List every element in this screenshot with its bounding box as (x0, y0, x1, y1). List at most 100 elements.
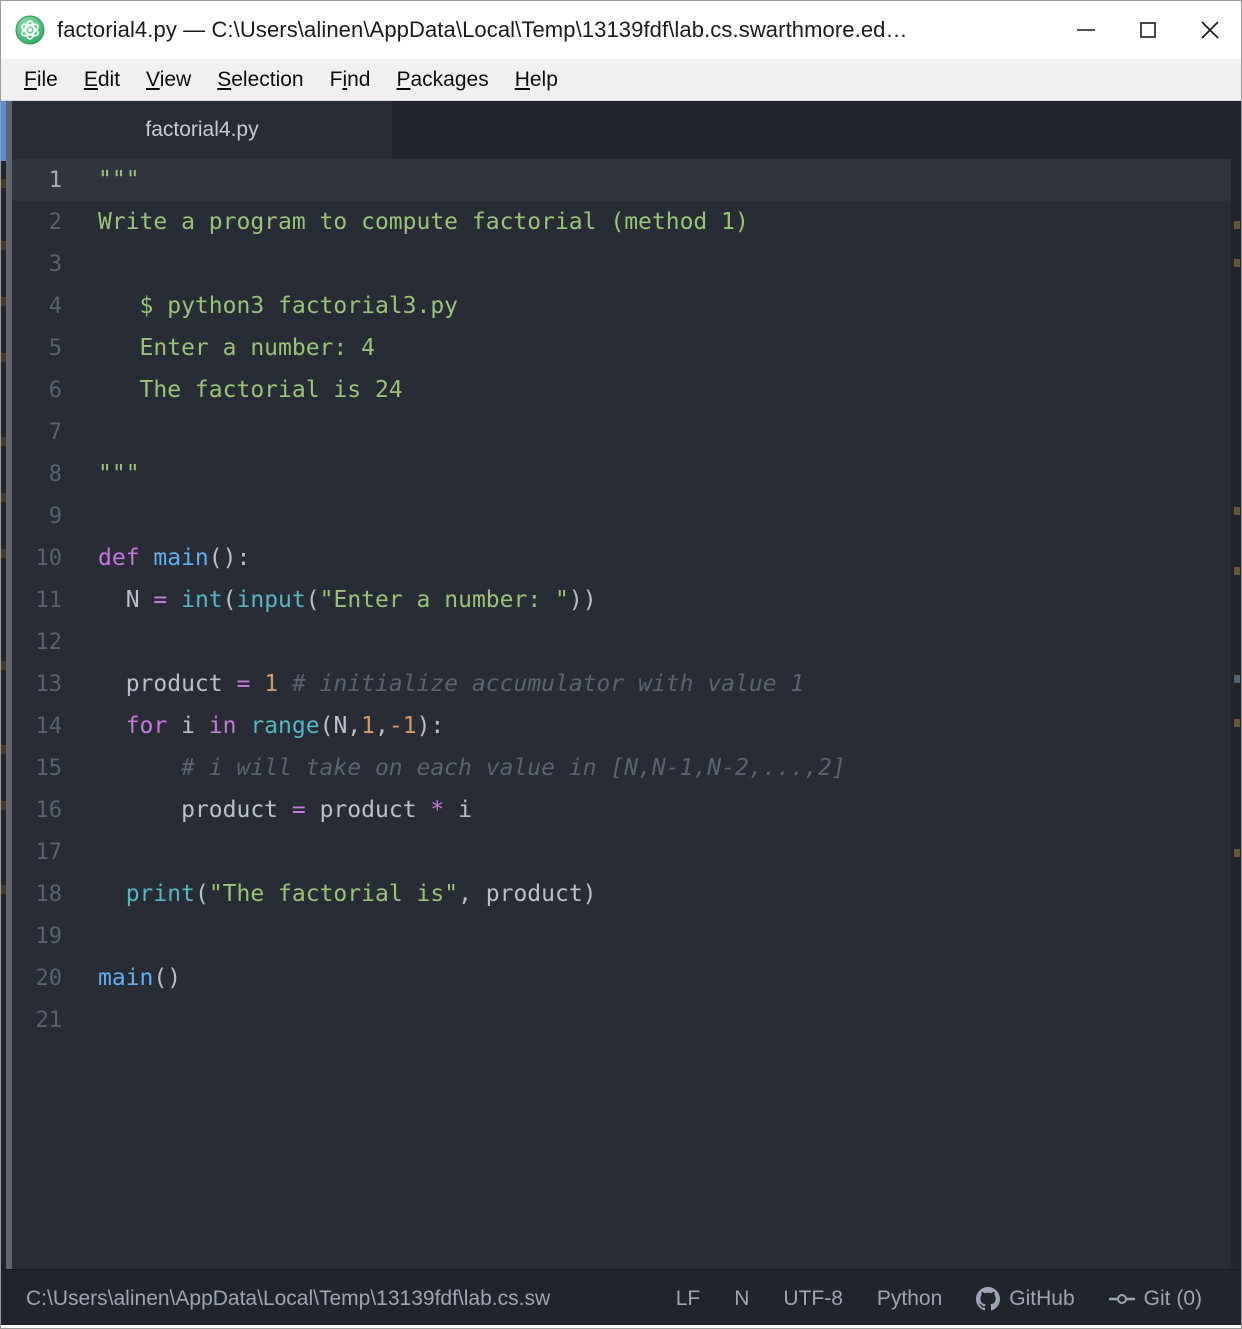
tab-label: factorial4.py (145, 118, 259, 141)
code-line[interactable]: 1 """ (12, 159, 1241, 201)
line-number: 10 (35, 545, 63, 571)
code-line[interactable]: 2 Write a program to compute factorial (m… (12, 201, 1241, 243)
token-punc: ): (416, 713, 445, 739)
token-punc: , product) (458, 881, 597, 907)
left-dock-strip[interactable] (1, 101, 12, 1269)
token-str: The factorial is 24 (98, 377, 403, 403)
line-content: """ (76, 167, 140, 193)
line-number: 19 (35, 923, 63, 949)
token-punc: (N, (319, 713, 362, 739)
code-line[interactable]: 5 Enter a number: 4 (12, 327, 1241, 369)
code-line[interactable]: 11 N = int(input("Enter a number: ")) (12, 579, 1241, 621)
line-content: def main(): (76, 545, 250, 571)
line-number: 7 (48, 419, 62, 445)
code-line[interactable]: 12 (12, 621, 1241, 663)
code-editor[interactable]: 1 """ 2 Write a program to compute factoria… (12, 159, 1241, 1269)
code-line[interactable]: 9 (12, 495, 1241, 537)
menu-item-packages[interactable]: Packages (383, 67, 501, 92)
code-line[interactable]: 8 """ (12, 453, 1241, 495)
status-line-ending[interactable]: LF (659, 1287, 718, 1311)
bottom-edge-indicator (1, 1325, 1241, 1328)
menu-item-selection[interactable]: Selection (204, 67, 316, 92)
code-line[interactable]: 16 product = product * i (12, 789, 1241, 831)
token-kw: for (98, 713, 182, 739)
line-number: 13 (35, 671, 63, 697)
line-number: 9 (48, 503, 62, 529)
token-str: """ (98, 167, 140, 193)
status-github[interactable]: GitHub (959, 1287, 1091, 1311)
tab-factorial4-py[interactable]: factorial4.py (12, 101, 392, 159)
token-var: i (181, 713, 209, 739)
code-line[interactable]: 20 main() (12, 957, 1241, 999)
token-var (167, 587, 181, 613)
code-lines: 1 """ 2 Write a program to compute factoria… (12, 159, 1241, 1041)
line-number: 15 (35, 755, 63, 781)
line-content: Write a program to compute factorial (me… (76, 209, 749, 235)
line-content: # i will take on each value in [N,N-1,N-… (76, 755, 846, 781)
code-line[interactable]: 17 (12, 831, 1241, 873)
token-punc: , (375, 713, 389, 739)
menu-item-help[interactable]: Help (502, 67, 571, 92)
line-content: print("The factorial is", product) (76, 881, 597, 907)
status-encoding[interactable]: UTF-8 (766, 1287, 860, 1311)
token-op: = (236, 671, 251, 697)
atom-icon (15, 15, 45, 45)
maximize-button[interactable] (1117, 1, 1179, 59)
token-builtin: input (236, 587, 306, 613)
line-content: $ python3 factorial3.py (76, 293, 459, 319)
token-str: """ (98, 461, 140, 487)
code-line[interactable]: 6 The factorial is 24 (12, 369, 1241, 411)
menu-item-file[interactable]: File (11, 67, 71, 92)
line-number: 21 (35, 1007, 63, 1033)
code-line[interactable]: 13 product = 1 # initialize accumulator … (12, 663, 1241, 705)
line-content: for i in range(N,1,-1): (76, 713, 445, 739)
title-bar: factorial4.py — C:\Users\alinen\AppData\… (1, 1, 1241, 59)
token-num: 1 (361, 713, 375, 739)
status-encoding-mode[interactable]: N (717, 1287, 766, 1311)
line-content: N = int(input("Enter a number: ")) (76, 587, 597, 613)
line-number: 18 (35, 881, 63, 907)
editor-scroll-rail[interactable] (1231, 159, 1241, 1269)
code-line[interactable]: 18 print("The factorial is", product) (12, 873, 1241, 915)
code-line[interactable]: 10 def main(): (12, 537, 1241, 579)
status-grammar[interactable]: Python (860, 1287, 959, 1311)
token-str: $ python3 factorial3.py (98, 293, 459, 319)
menu-item-find[interactable]: Find (317, 67, 384, 92)
token-cmt: # i will take on each value in [N,N-1,N-… (98, 755, 846, 781)
line-number: 3 (48, 251, 62, 277)
line-content: main() (76, 965, 181, 991)
editor-pane: factorial4.py 1 """ 2 Write a program to co… (12, 101, 1241, 1269)
code-line[interactable]: 4 $ python3 factorial3.py (12, 285, 1241, 327)
token-str: Write a program to compute factorial (me… (98, 209, 749, 235)
window-controls (1055, 1, 1241, 59)
status-file-path[interactable]: C:\Users\alinen\AppData\Local\Temp\13139… (26, 1287, 550, 1311)
token-kw: in (208, 713, 251, 739)
menu-item-view[interactable]: View (133, 67, 204, 92)
line-number: 1 (48, 167, 62, 193)
menu-item-edit[interactable]: Edit (71, 67, 133, 92)
line-number: 14 (35, 713, 63, 739)
git-branch-icon (1108, 1288, 1135, 1310)
code-line[interactable]: 15 # i will take on each value in [N,N-1… (12, 747, 1241, 789)
minimize-button[interactable] (1055, 1, 1117, 59)
token-builtin: print (125, 881, 195, 907)
code-line[interactable]: 19 (12, 915, 1241, 957)
code-line[interactable]: 14 for i in range(N,1,-1): (12, 705, 1241, 747)
token-kw: def (98, 545, 154, 571)
code-line[interactable]: 3 (12, 243, 1241, 285)
line-number: 6 (48, 377, 62, 403)
token-str: Enter a number: 4 (98, 335, 375, 361)
window-title: factorial4.py — C:\Users\alinen\AppData\… (57, 17, 908, 42)
token-punc: (): (208, 545, 251, 571)
close-button[interactable] (1179, 1, 1241, 59)
status-git[interactable]: Git (0) (1092, 1287, 1219, 1311)
line-number: 4 (48, 293, 62, 319)
line-content: product = 1 # initialize accumulator wit… (76, 671, 805, 697)
code-line[interactable]: 7 (12, 411, 1241, 453)
token-var (250, 671, 264, 697)
code-line[interactable]: 21 (12, 999, 1241, 1041)
line-content: """ (76, 461, 140, 487)
token-var: product (98, 671, 237, 697)
token-punc: )) (568, 587, 597, 613)
token-num: 1 (264, 671, 279, 697)
